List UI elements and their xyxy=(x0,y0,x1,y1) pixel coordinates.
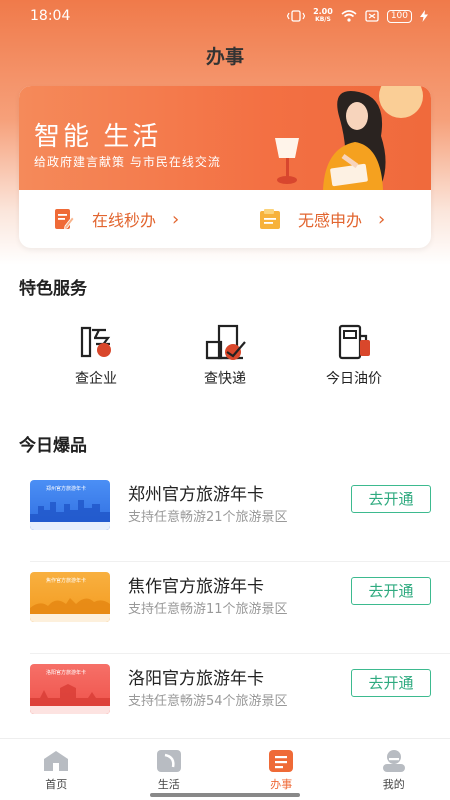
product-subtitle: 支持任意畅游54个旅游景区 xyxy=(128,694,288,709)
list-item[interactable]: 郑州官方旅游年卡 郑州官方旅游年卡 支持任意畅游21个旅游景区 去开通 xyxy=(0,470,450,562)
activate-button[interactable]: 去开通 xyxy=(351,577,431,605)
svg-text:焦作官方旅游年卡: 焦作官方旅游年卡 xyxy=(46,577,86,584)
folder-doc-icon xyxy=(260,209,280,229)
battery-level: 100 xyxy=(386,9,412,23)
home-indicator[interactable] xyxy=(150,793,300,797)
banner-card: 智能 生活 给政府建言献策 与市民在线交流 在线秒办 › 无感申办 › xyxy=(19,86,431,248)
product-subtitle: 支持任意畅游11个旅游景区 xyxy=(128,602,288,617)
featured-services: 查企业 查快递 今日油价 xyxy=(0,322,450,392)
sim-icon xyxy=(365,10,379,22)
product-title: 郑州官方旅游年卡 xyxy=(128,485,264,505)
service-enterprise-label: 查企业 xyxy=(75,371,117,387)
tab-home[interactable]: 首页 xyxy=(0,739,113,800)
fuel-icon xyxy=(338,324,370,360)
chevron-right-icon: › xyxy=(172,208,180,230)
edit-doc-icon xyxy=(55,209,75,230)
tab-profile[interactable]: 我的 xyxy=(338,739,450,800)
seamless-apply-label: 无感申办 xyxy=(298,211,363,230)
list-item[interactable]: 洛阳官方旅游年卡 洛阳官方旅游年卡 支持任意畅游54个旅游景区 去开通 xyxy=(0,654,450,746)
list-item[interactable]: 焦作官方旅游年卡 焦作官方旅游年卡 支持任意畅游11个旅游景区 去开通 xyxy=(0,562,450,654)
featured-services-title: 特色服务 xyxy=(19,279,87,299)
home-icon xyxy=(44,751,69,771)
net-speed: 2.00 KB/S xyxy=(313,7,333,24)
tab-profile-label: 我的 xyxy=(382,778,405,791)
skyline-icon: 焦作官方旅游年卡 xyxy=(30,577,110,622)
life-icon xyxy=(156,750,181,772)
chevron-right-icon: › xyxy=(378,208,386,230)
tab-life[interactable]: 生活 xyxy=(113,739,226,800)
online-handle-label: 在线秒办 xyxy=(92,211,157,230)
banner[interactable]: 智能 生活 给政府建言献策 与市民在线交流 xyxy=(19,86,431,190)
vibrate-icon xyxy=(287,10,306,22)
travel-card-image: 郑州官方旅游年卡 xyxy=(30,480,110,530)
banner-illustration xyxy=(275,86,423,190)
tab-service[interactable]: 办事 xyxy=(225,739,338,800)
banner-actions: 在线秒办 › 无感申办 › xyxy=(19,190,431,248)
charging-icon xyxy=(420,10,428,22)
product-title: 洛阳官方旅游年卡 xyxy=(128,669,264,689)
tab-life-label: 生活 xyxy=(157,778,180,791)
status-bar: 18:04 2.00 KB/S 100 xyxy=(0,0,450,32)
express-icon xyxy=(205,324,246,360)
bottom-tab-bar: 首页 生活 办事 我的 xyxy=(0,738,450,800)
profile-icon xyxy=(382,750,405,772)
product-title: 焦作官方旅游年卡 xyxy=(128,577,264,597)
hot-products-title: 今日爆品 xyxy=(19,436,87,456)
status-time: 18:04 xyxy=(30,8,71,24)
banner-subtitle: 给政府建言献策 与市民在线交流 xyxy=(34,155,221,169)
page-title: 办事 xyxy=(205,46,244,68)
service-fuel-label: 今日油价 xyxy=(326,371,382,387)
tab-service-label: 办事 xyxy=(270,778,293,791)
service-express[interactable]: 查快递 xyxy=(170,322,280,388)
status-icons: 2.00 KB/S 100 xyxy=(287,8,428,24)
skyline-icon: 郑州官方旅游年卡 xyxy=(30,485,110,530)
wifi-icon xyxy=(341,10,357,22)
service-icon xyxy=(269,750,294,772)
seamless-apply-button[interactable]: 无感申办 › xyxy=(225,190,431,248)
service-enterprise[interactable]: 查企业 xyxy=(41,322,151,388)
activate-button[interactable]: 去开通 xyxy=(351,485,431,513)
svg-text:郑州官方旅游年卡: 郑州官方旅游年卡 xyxy=(46,485,86,492)
service-fuel[interactable]: 今日油价 xyxy=(299,322,409,388)
service-express-label: 查快递 xyxy=(204,371,246,387)
tab-home-label: 首页 xyxy=(45,778,68,791)
skyline-icon: 洛阳官方旅游年卡 xyxy=(30,669,110,714)
enterprise-icon xyxy=(80,326,111,358)
travel-card-image: 洛阳官方旅游年卡 xyxy=(30,664,110,714)
banner-title: 智能 生活 xyxy=(34,122,162,152)
svg-text:洛阳官方旅游年卡: 洛阳官方旅游年卡 xyxy=(46,669,86,676)
product-subtitle: 支持任意畅游21个旅游景区 xyxy=(128,510,288,525)
activate-button[interactable]: 去开通 xyxy=(351,669,431,697)
travel-card-image: 焦作官方旅游年卡 xyxy=(30,572,110,622)
online-handle-button[interactable]: 在线秒办 › xyxy=(19,190,225,248)
